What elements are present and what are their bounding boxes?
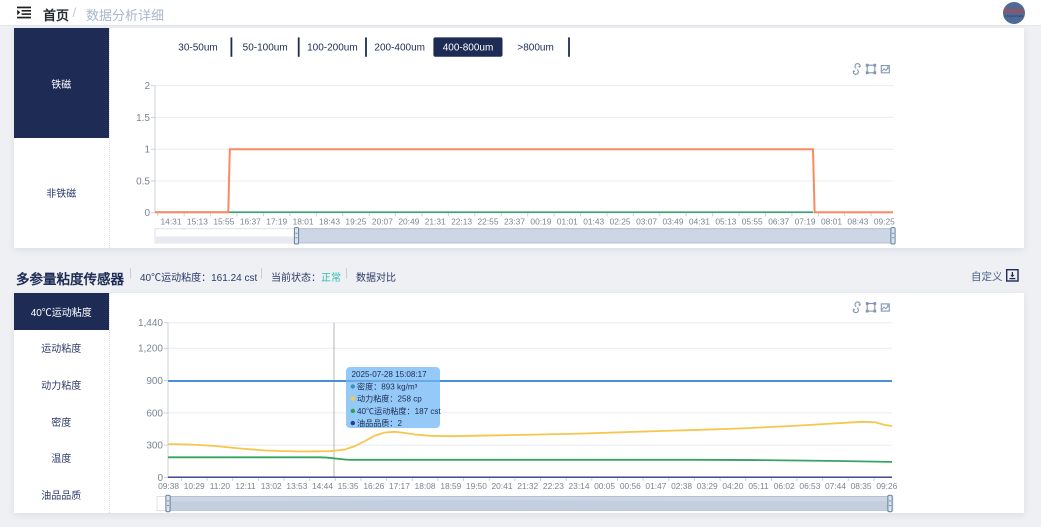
svg-text:03:49: 03:49: [663, 216, 684, 226]
svg-text:01:01: 01:01: [557, 216, 578, 226]
svg-text:1.5: 1.5: [136, 113, 150, 124]
svg-text:00:19: 00:19: [530, 216, 551, 226]
svg-text:04:20: 04:20: [722, 481, 743, 491]
svg-text:密度：893 kg/m³: 密度：893 kg/m³: [357, 381, 418, 391]
svg-text:1,200: 1,200: [138, 344, 163, 355]
svg-text:40℃运动粘度：187 cst: 40℃运动粘度：187 cst: [357, 406, 441, 416]
svg-text:18:08: 18:08: [415, 481, 436, 491]
svg-text:900: 900: [146, 376, 163, 387]
svg-text:01:47: 01:47: [645, 481, 666, 491]
svg-text:11:20: 11:20: [210, 481, 231, 491]
svg-text:100-200um: 100-200um: [307, 43, 358, 54]
svg-text:300: 300: [146, 441, 163, 452]
svg-text:03:29: 03:29: [697, 481, 718, 491]
svg-text:油品品质：2: 油品品质：2: [357, 418, 402, 428]
svg-text:07:44: 07:44: [825, 481, 846, 491]
svg-text:05:11: 05:11: [748, 481, 769, 491]
svg-text:1,440: 1,440: [138, 318, 163, 329]
svg-text:09:25: 09:25: [874, 216, 895, 226]
svg-text:01:43: 01:43: [583, 216, 604, 226]
svg-text:02:25: 02:25: [610, 216, 631, 226]
svg-text:16:26: 16:26: [363, 481, 384, 491]
svg-text:06:37: 06:37: [768, 216, 789, 226]
svg-text:07:19: 07:19: [795, 216, 816, 226]
svg-text:1: 1: [144, 145, 150, 156]
svg-text:动力粘度：258 cp: 动力粘度：258 cp: [357, 394, 422, 404]
svg-text:08:01: 08:01: [821, 216, 842, 226]
svg-text:21:31: 21:31: [425, 216, 446, 226]
svg-text:15:55: 15:55: [213, 216, 234, 226]
svg-text:200-400um: 200-400um: [374, 43, 425, 54]
svg-text:19:25: 19:25: [345, 216, 366, 226]
svg-text:0: 0: [144, 208, 150, 219]
svg-text:600: 600: [146, 408, 163, 419]
svg-text:2025-07-28 15:08:17: 2025-07-28 15:08:17: [352, 370, 428, 379]
svg-text:15:35: 15:35: [338, 481, 359, 491]
svg-text:04:31: 04:31: [689, 216, 710, 226]
svg-text:18:59: 18:59: [440, 481, 461, 491]
svg-text:23:37: 23:37: [504, 216, 525, 226]
svg-text:22:13: 22:13: [451, 216, 472, 226]
svg-text:17:17: 17:17: [389, 481, 410, 491]
svg-text:00:56: 00:56: [620, 481, 641, 491]
svg-text:00:05: 00:05: [594, 481, 615, 491]
svg-text:22:23: 22:23: [543, 481, 564, 491]
svg-text:20:49: 20:49: [398, 216, 419, 226]
svg-text:13:53: 13:53: [286, 481, 307, 491]
svg-text:0.5: 0.5: [136, 176, 150, 187]
svg-text:06:02: 06:02: [774, 481, 795, 491]
svg-text:02:38: 02:38: [671, 481, 692, 491]
svg-text:09:38: 09:38: [158, 481, 179, 491]
svg-text:08:43: 08:43: [847, 216, 868, 226]
svg-text:08:35: 08:35: [851, 481, 872, 491]
svg-text:21:32: 21:32: [517, 481, 538, 491]
svg-text:18:01: 18:01: [293, 216, 314, 226]
svg-text:19:50: 19:50: [466, 481, 487, 491]
svg-text:06:53: 06:53: [799, 481, 820, 491]
svg-text:20:41: 20:41: [492, 481, 513, 491]
svg-text:22:55: 22:55: [478, 216, 499, 226]
svg-text:17:19: 17:19: [266, 216, 287, 226]
svg-text:400-800um: 400-800um: [443, 43, 494, 54]
svg-text:>800um: >800um: [517, 43, 553, 54]
svg-text:10:29: 10:29: [184, 481, 205, 491]
svg-text:2: 2: [144, 81, 150, 92]
svg-text:12:11: 12:11: [235, 481, 256, 491]
svg-text:09:26: 09:26: [876, 481, 897, 491]
svg-text:23:14: 23:14: [569, 481, 590, 491]
svg-text:18:43: 18:43: [319, 216, 340, 226]
svg-text:30-50um: 30-50um: [178, 43, 217, 54]
svg-text:03:07: 03:07: [636, 216, 657, 226]
svg-text:13:02: 13:02: [261, 481, 282, 491]
svg-text:16:37: 16:37: [240, 216, 261, 226]
svg-text:20:07: 20:07: [372, 216, 393, 226]
svg-text:05:13: 05:13: [715, 216, 736, 226]
svg-text:50-100um: 50-100um: [243, 43, 288, 54]
svg-text:15:13: 15:13: [187, 216, 208, 226]
svg-text:14:31: 14:31: [161, 216, 182, 226]
svg-text:14:44: 14:44: [312, 481, 333, 491]
svg-text:05:55: 05:55: [742, 216, 763, 226]
